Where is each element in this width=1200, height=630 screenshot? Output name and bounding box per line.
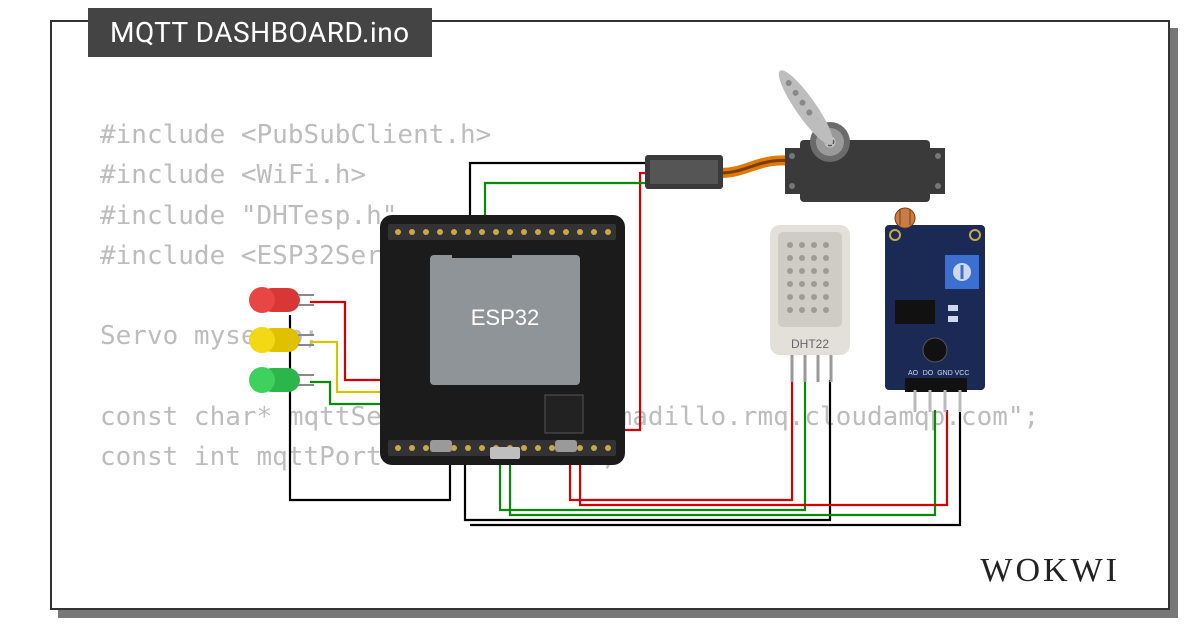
svg-text:DO: DO [923, 370, 934, 377]
dht-label: DHT22 [791, 337, 829, 351]
led-green [249, 367, 314, 393]
ldr-module: AO DO GND VCC [885, 208, 985, 412]
wire-ldr-vcc2 [580, 410, 947, 505]
led-yellow [249, 327, 314, 353]
servo-motor [645, 65, 945, 202]
svg-text:GND: GND [937, 370, 953, 377]
wire-ldr-vcc [575, 410, 920, 495]
circuit-diagram: ESP32 [0, 0, 1200, 630]
svg-text:AO: AO [908, 370, 919, 377]
file-title-tab: MQTT DASHBOARD.ino [88, 8, 432, 57]
file-title: MQTT DASHBOARD.ino [110, 16, 410, 49]
chip-label: ESP32 [471, 305, 540, 330]
wire-servo-gnd [470, 163, 645, 220]
led-red [249, 287, 314, 313]
esp32-board: ESP32 [380, 215, 625, 465]
svg-text:VCC: VCC [955, 370, 970, 377]
brand-logo: WOKWI [980, 552, 1120, 590]
dht22-sensor: DHT22 [770, 225, 850, 382]
